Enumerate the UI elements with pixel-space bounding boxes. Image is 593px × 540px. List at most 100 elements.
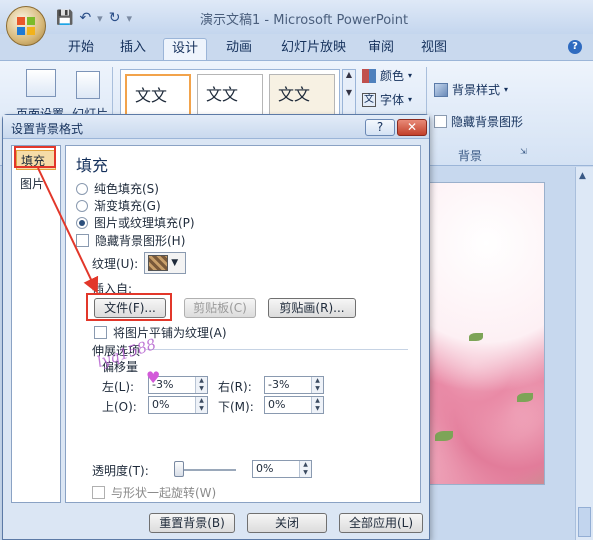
- fonts-button[interactable]: 文 字体 ▾: [362, 91, 412, 108]
- tab-home[interactable]: 开始: [60, 38, 102, 60]
- highlight-fill-tab: [14, 146, 56, 168]
- heart-icon: ♥: [146, 368, 161, 387]
- scroll-thumb[interactable]: [578, 507, 591, 537]
- tab-insert[interactable]: 插入: [112, 38, 154, 60]
- tab-slideshow[interactable]: 幻灯片放映: [273, 38, 354, 60]
- dialog-launcher-icon[interactable]: ⇲: [520, 147, 527, 156]
- page-setup-icon[interactable]: [26, 69, 56, 97]
- fill-option-gradient[interactable]: 渐变填充(G): [76, 197, 161, 214]
- left-offset-label: 左(L):: [102, 380, 135, 394]
- radio-picture[interactable]: [76, 216, 88, 229]
- slide-orientation-icon[interactable]: [76, 71, 100, 99]
- group-label-background: 背景: [458, 149, 483, 163]
- hide-bg-graphics-label: 隐藏背景图形(H): [95, 234, 186, 248]
- clipart-button[interactable]: 剪贴画(R)...: [268, 298, 356, 318]
- bg-styles-icon: [434, 82, 448, 97]
- tab-review[interactable]: 审阅: [360, 38, 402, 60]
- customize-qat-icon[interactable]: ▾: [126, 12, 132, 25]
- panel-title: 填充: [76, 156, 109, 175]
- transparency-input[interactable]: 0% ▲ ▼: [252, 460, 312, 478]
- reset-background-button[interactable]: 重置背景(B): [149, 513, 235, 533]
- leaf-shape: [517, 393, 533, 402]
- rotate-with-shape-option[interactable]: 与形状一起旋转(W): [92, 484, 216, 501]
- tab-design[interactable]: 设计: [163, 38, 208, 60]
- hide-bg-checkbox[interactable]: [434, 115, 447, 128]
- transparency-slider-thumb[interactable]: [174, 461, 184, 477]
- highlight-file-button: [86, 293, 172, 321]
- window-title: 演示文稿1 - Microsoft PowerPoint: [200, 13, 409, 28]
- radio-solid[interactable]: [76, 182, 88, 195]
- fill-option-picture[interactable]: 图片或纹理填充(P): [76, 214, 195, 231]
- save-icon[interactable]: 💾: [56, 10, 73, 26]
- bottom-offset-input[interactable]: 0% ▲ ▼: [264, 396, 324, 414]
- leaf-shape: [435, 431, 453, 441]
- leaf-shape: [469, 333, 483, 341]
- dialog-help-button[interactable]: ?: [365, 119, 395, 136]
- redo-icon[interactable]: ↻: [109, 10, 121, 26]
- bottom-offset-label: 下(M):: [218, 400, 254, 414]
- transparency-label: 透明度(T):: [92, 464, 149, 478]
- slide-preview[interactable]: [428, 182, 545, 485]
- dialog-title-bar: 设置背景格式 ? ✕: [3, 115, 429, 139]
- undo-icon[interactable]: ↶: [79, 10, 91, 26]
- close-button[interactable]: 关闭: [247, 513, 327, 533]
- spinner-arrows-icon[interactable]: ▲ ▼: [299, 461, 311, 477]
- tile-label: 将图片平铺为纹理(A): [113, 326, 227, 340]
- tab-animation[interactable]: 动画: [218, 38, 260, 60]
- rotate-checkbox[interactable]: [92, 486, 105, 499]
- vertical-scrollbar[interactable]: ▲: [575, 167, 593, 540]
- colors-icon: [362, 68, 376, 83]
- tile-option[interactable]: 将图片平铺为纹理(A): [94, 324, 227, 341]
- tab-view[interactable]: 视图: [413, 38, 455, 60]
- top-offset-value: 0%: [152, 398, 170, 411]
- texture-label: 纹理(U):: [92, 256, 139, 271]
- radio-gradient-label: 渐变填充(G): [94, 199, 161, 213]
- spinner-arrows-icon[interactable]: ▲ ▼: [195, 397, 207, 413]
- texture-row: 纹理(U): ▼: [92, 252, 187, 274]
- undo-dropdown-icon[interactable]: ▾: [97, 12, 103, 25]
- hide-bg-label: 隐藏背景图形: [451, 115, 524, 129]
- format-background-dialog: 设置背景格式 ? ✕ 填充 图片 填充 纯色填充(S) 渐变填充(G) 图片或纹…: [2, 114, 430, 540]
- dialog-close-icon[interactable]: ✕: [397, 119, 427, 136]
- title-bar: 💾 ↶ ▾ ↻ ▾ 演示文稿1 - Microsoft PowerPoint: [0, 0, 593, 46]
- rotate-label: 与形状一起旋转(W): [111, 486, 217, 500]
- texture-swatch-icon: [148, 255, 169, 271]
- theme-sample-text: 文文: [206, 85, 239, 104]
- divider: [146, 349, 408, 350]
- scroll-up-icon[interactable]: ▲: [579, 171, 586, 181]
- top-offset-input[interactable]: 0% ▲ ▼: [148, 396, 208, 414]
- ribbon-tabs: 开始 插入 设计 动画 幻灯片放映 审阅 视图: [0, 34, 593, 60]
- help-icon[interactable]: ?: [568, 40, 582, 54]
- quick-access-toolbar: 💾 ↶ ▾ ↻ ▾: [56, 10, 132, 26]
- bg-styles-button[interactable]: 背景样式 ▾: [434, 81, 508, 98]
- office-logo-icon: [17, 17, 35, 35]
- hide-bg-graphics-option[interactable]: 隐藏背景图形(H): [76, 232, 185, 249]
- colors-button[interactable]: 颜色 ▾: [362, 67, 412, 84]
- bg-styles-label: 背景样式: [452, 83, 501, 97]
- radio-gradient[interactable]: [76, 199, 88, 212]
- right-offset-value: -3%: [268, 378, 290, 391]
- right-offset-label: 右(R):: [218, 380, 252, 394]
- nav-item-picture[interactable]: 图片: [16, 174, 56, 194]
- fill-panel: 填充 纯色填充(S) 渐变填充(G) 图片或纹理填充(P) 隐藏背景图形(H) …: [65, 145, 421, 503]
- clipboard-button[interactable]: 剪贴板(C): [184, 298, 256, 318]
- spinner-arrows-icon[interactable]: ▲ ▼: [311, 377, 323, 393]
- chevron-down-icon: ▼: [171, 258, 179, 268]
- apply-all-button[interactable]: 全部应用(L): [339, 513, 423, 533]
- bottom-offset-value: 0%: [268, 398, 286, 411]
- theme-sample-text: 文文: [278, 85, 311, 104]
- top-offset-label: 上(O):: [102, 400, 137, 414]
- tile-checkbox[interactable]: [94, 326, 107, 339]
- dialog-title: 设置背景格式: [11, 122, 84, 136]
- right-offset-input[interactable]: -3% ▲ ▼: [264, 376, 324, 394]
- transparency-value: 0%: [256, 462, 274, 475]
- hide-bg-graphics-checkbox[interactable]: [76, 234, 89, 247]
- spinner-arrows-icon[interactable]: ▲ ▼: [311, 397, 323, 413]
- hide-bg-graphics-ribbon[interactable]: 隐藏背景图形: [434, 113, 523, 130]
- spinner-arrows-icon[interactable]: ▲ ▼: [195, 377, 207, 393]
- fill-option-solid[interactable]: 纯色填充(S): [76, 180, 159, 197]
- fonts-icon: 文: [362, 92, 376, 107]
- texture-dropdown[interactable]: ▼: [144, 252, 187, 274]
- office-button[interactable]: [6, 6, 46, 46]
- colors-label: 颜色: [380, 69, 405, 83]
